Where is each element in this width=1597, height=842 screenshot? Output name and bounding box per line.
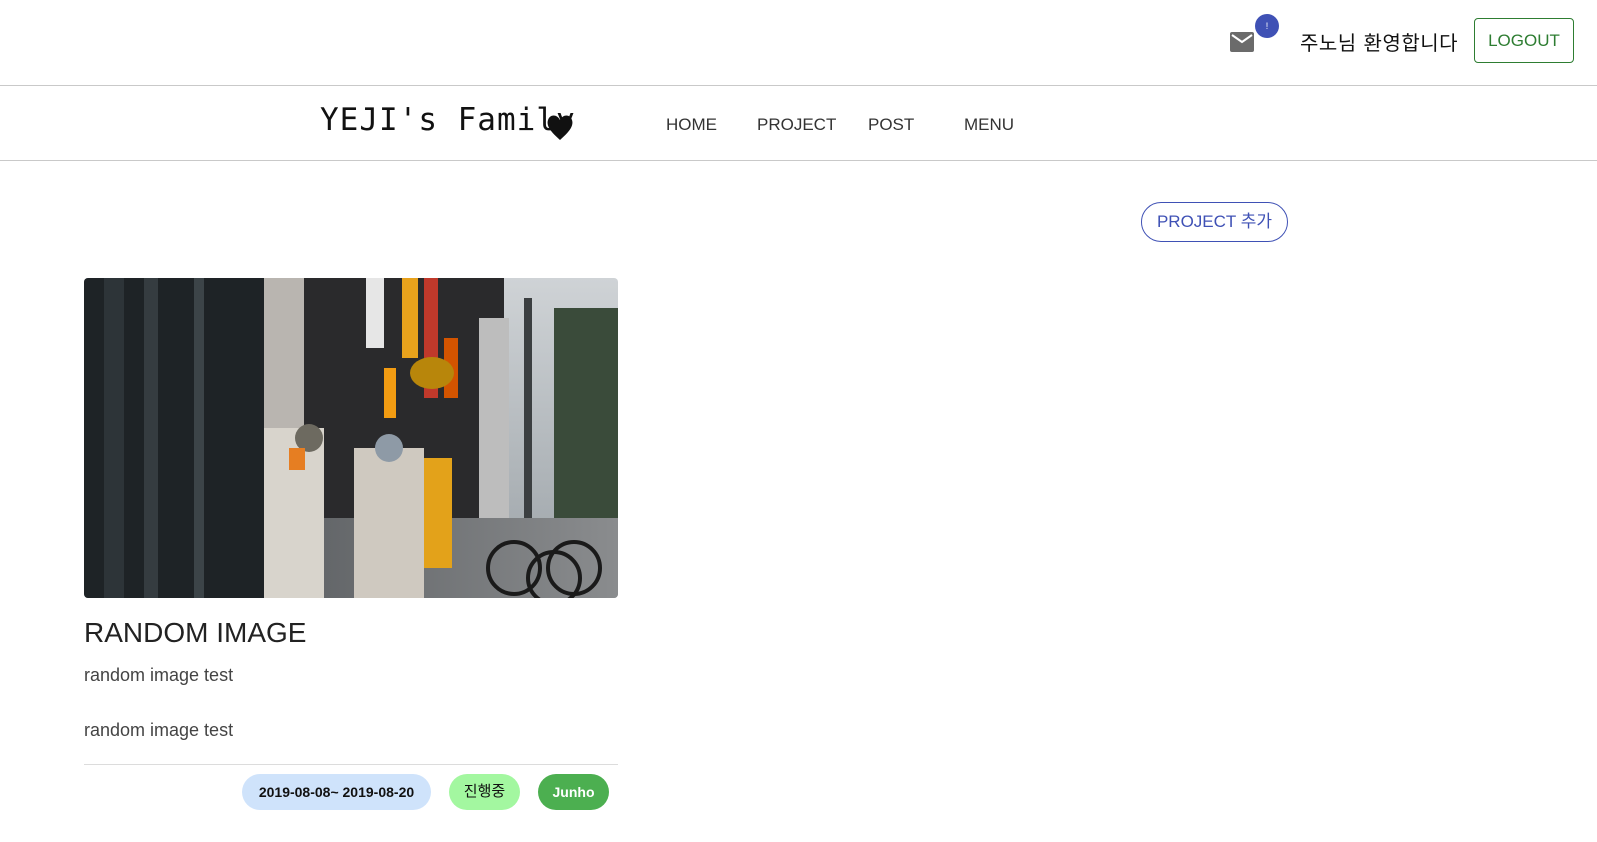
project-card-image[interactable] xyxy=(84,278,618,598)
date-range-chip: 2019-08-08~ 2019-08-20 xyxy=(242,774,431,810)
project-summary: random image test xyxy=(84,665,234,685)
project-title[interactable]: RANDOM IMAGE xyxy=(84,617,306,649)
top-bar: ! 주노님 환영합니다 LOGOUT xyxy=(0,0,1597,86)
nav-post[interactable]: POST xyxy=(868,115,914,135)
add-project-button[interactable]: PROJECT 추가 xyxy=(1141,202,1288,242)
nav-project[interactable]: PROJECT xyxy=(757,115,836,135)
main-nav: YEJI's Family HOME PROJECT POST MENU xyxy=(0,86,1597,161)
brand-logo[interactable]: YEJI's Family xyxy=(320,102,576,138)
project-description: random image test xyxy=(84,720,234,740)
card-divider xyxy=(84,764,618,765)
status-chip: 진행중 xyxy=(449,774,520,810)
mail-icon[interactable] xyxy=(1230,32,1254,52)
owner-chip[interactable]: Junho xyxy=(538,774,609,810)
notification-badge[interactable]: ! xyxy=(1255,14,1279,38)
nav-home[interactable]: HOME xyxy=(666,115,717,135)
welcome-message: 주노님 환영합니다 xyxy=(1300,31,1459,55)
logout-button[interactable]: LOGOUT xyxy=(1474,18,1574,63)
nav-menu[interactable]: MENU xyxy=(964,115,1014,135)
heart-icon xyxy=(545,112,575,142)
